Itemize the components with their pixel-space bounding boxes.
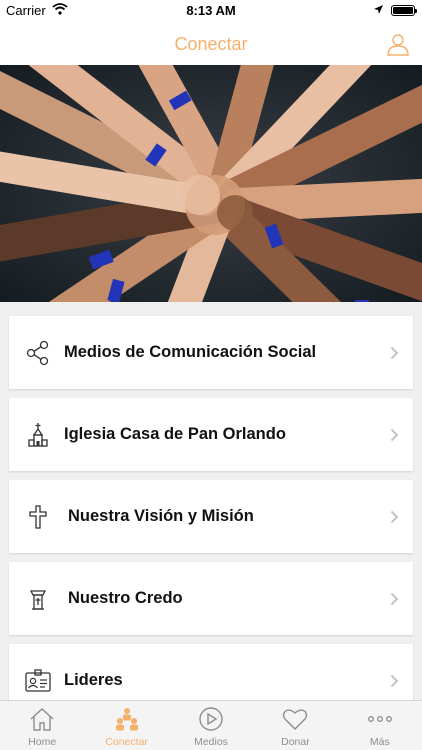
person-icon[interactable] (386, 32, 410, 56)
page-title: Conectar (174, 34, 248, 54)
id-card-icon (25, 668, 51, 694)
more-icon (367, 716, 392, 722)
church-icon (25, 422, 51, 448)
tab-label: Más (369, 736, 390, 748)
tab-conectar[interactable]: Conectar (84, 701, 168, 750)
menu-item-vision-mission[interactable]: Nuestra Visión y Misión (9, 480, 413, 553)
hero-image (0, 65, 422, 302)
hands-together-photo (0, 65, 422, 302)
menu-item-label: Iglesia Casa de Pan Orlando (64, 425, 286, 443)
chevron-right-icon (390, 674, 399, 688)
share-icon (25, 340, 51, 366)
chevron-right-icon (390, 346, 399, 360)
navigation-bar: Conectar (0, 22, 422, 65)
menu-item-social-media[interactable]: Medios de Comunicación Social (9, 316, 413, 389)
tab-label: Home (28, 736, 57, 748)
menu-item-label: Medios de Comunicación Social (64, 343, 317, 361)
chevron-right-icon (390, 428, 399, 442)
menu-item-church[interactable]: Iglesia Casa de Pan Orlando (9, 398, 413, 471)
play-icon (199, 707, 223, 731)
tab-medios[interactable]: Medios (169, 701, 253, 750)
tab-home[interactable]: Home (0, 701, 84, 750)
chevron-right-icon (390, 510, 399, 524)
pulpit-icon (25, 586, 51, 612)
battery-icon (391, 5, 417, 16)
status-bar: Carrier 8:13 AM (0, 0, 422, 22)
people-icon (115, 708, 138, 731)
tab-bar: Home Conectar Medios Donar Más (0, 700, 422, 750)
menu-item-label: Nuestra Visión y Misión (68, 507, 254, 525)
tab-donar[interactable]: Donar (253, 701, 337, 750)
menu-item-label: Lideres (64, 671, 123, 689)
cross-icon (25, 504, 51, 530)
menu-item-label: Nuestro Credo (68, 589, 183, 607)
chevron-right-icon (390, 592, 399, 606)
house-icon (30, 708, 54, 731)
tab-mas[interactable]: Más (338, 701, 422, 750)
status-time: 8:13 AM (186, 3, 236, 18)
menu-list: Medios de Comunicación Social Iglesia Ca… (9, 316, 413, 726)
tab-label: Medios (194, 736, 228, 748)
tab-label: Donar (281, 736, 310, 748)
menu-item-creed[interactable]: Nuestro Credo (9, 562, 413, 635)
tab-label: Conectar (105, 736, 148, 748)
location-arrow-icon (373, 3, 384, 18)
heart-icon (283, 709, 308, 730)
